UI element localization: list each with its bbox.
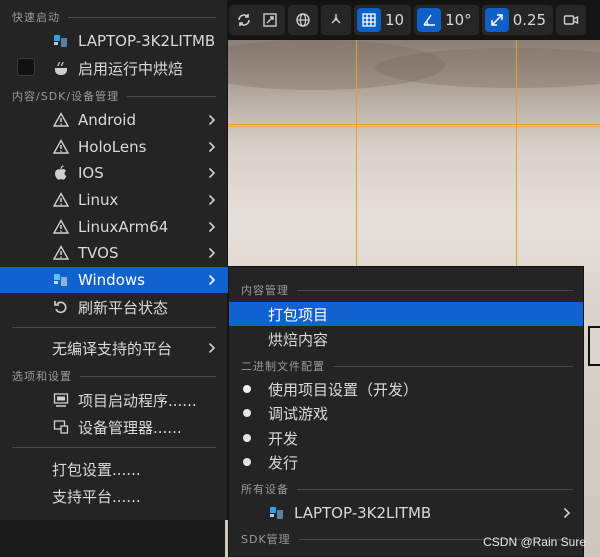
menu-separator: [12, 327, 216, 328]
refresh-icon: [52, 298, 70, 316]
menu-item-refresh-platforms[interactable]: 刷新平台状态: [0, 294, 228, 320]
warning-icon: [52, 244, 70, 262]
grid-snap-value[interactable]: 10: [383, 11, 408, 29]
menu-item-config-development[interactable]: 开发: [229, 426, 583, 450]
grid-line: [225, 126, 600, 127]
menu-item-cook-content[interactable]: 烘焙内容: [229, 327, 583, 351]
menu-item-tvos[interactable]: TVOS: [0, 240, 228, 266]
surface-snap-icon[interactable]: [324, 8, 348, 32]
menu-item-device-laptop[interactable]: LAPTOP-3K2LITMB: [229, 501, 583, 525]
globe-icon[interactable]: [291, 8, 315, 32]
menu-item-config-project-settings[interactable]: 使用项目设置（开发）: [229, 377, 583, 401]
menu-item-linux[interactable]: Linux: [0, 187, 228, 213]
chevron-right-icon: [206, 220, 218, 234]
grid-snap-group: 10: [354, 5, 412, 35]
scale-snap-group: 0.25: [481, 5, 554, 35]
section-binary-config: 二进制文件配置: [241, 358, 573, 374]
scale-icon[interactable]: [258, 8, 282, 32]
warning-icon: [52, 218, 70, 236]
chevron-right-icon: [206, 113, 218, 127]
windows-device-icon: [268, 504, 286, 522]
menu-item-windows[interactable]: Windows: [0, 267, 228, 293]
menu-item-ios[interactable]: IOS: [0, 160, 228, 186]
warning-icon: [52, 191, 70, 209]
chevron-right-icon: [206, 246, 218, 260]
chevron-right-icon: [206, 341, 218, 355]
menu-item-linuxarm64[interactable]: LinuxArm64: [0, 214, 228, 240]
radio-dot-icon: [243, 409, 251, 417]
viewport-widget-fragment: [588, 326, 600, 366]
radio-dot-icon: [243, 458, 251, 466]
grid-line: [225, 124, 600, 125]
scale-snap-icon[interactable]: [484, 8, 509, 32]
angle-snap-value[interactable]: 10°: [443, 11, 476, 29]
menu-item-package-project[interactable]: 打包项目: [229, 302, 583, 326]
windows-device-icon: [52, 32, 70, 50]
warning-icon: [52, 111, 70, 129]
menu-item-config-debug-game[interactable]: 调试游戏: [229, 401, 583, 425]
cook-icon: [52, 59, 70, 77]
menu-item-config-shipping[interactable]: 发行: [229, 450, 583, 474]
angle-snap-group: 10°: [414, 5, 479, 35]
chevron-right-icon: [206, 273, 218, 287]
device-manager-icon: [52, 418, 70, 436]
menu-item-android[interactable]: Android: [0, 107, 228, 133]
launcher-icon: [52, 391, 70, 409]
menu-item-local-device[interactable]: LAPTOP-3K2LITMB: [0, 28, 228, 54]
chevron-right-icon: [206, 166, 218, 180]
grid-snap-icon[interactable]: [357, 8, 381, 32]
space-group: [288, 5, 318, 35]
platforms-menu: 快速启动 LAPTOP-3K2LITMB 启用运行中烘焙 内容/SDK/设备管理…: [0, 0, 228, 520]
menu-item-hololens[interactable]: HoloLens: [0, 134, 228, 160]
apple-icon: [52, 164, 70, 182]
section-quick-launch: 快速启动: [12, 9, 216, 25]
windows-submenu: 内容管理 打包项目 烘焙内容 二进制文件配置 使用项目设置（开发） 调试游戏 开…: [228, 266, 584, 557]
menu-separator: [12, 447, 216, 448]
viewport-toolbar: 10 10° 0.25: [225, 0, 600, 40]
camera-group: [556, 5, 587, 35]
windows-device-icon: [52, 271, 70, 289]
camera-icon[interactable]: [559, 8, 583, 32]
rotate-icon[interactable]: [232, 8, 256, 32]
transform-group: [229, 5, 285, 35]
chevron-right-icon: [561, 506, 573, 520]
menu-item-project-launcher[interactable]: 项目启动程序......: [0, 387, 228, 413]
angle-snap-icon[interactable]: [417, 8, 442, 32]
menu-item-packaging-settings[interactable]: 打包设置......: [0, 456, 228, 482]
section-content-sdk: 内容/SDK/设备管理: [12, 88, 216, 104]
warning-icon: [52, 138, 70, 156]
section-all-devices: 所有设备: [241, 481, 573, 497]
watermark: CSDN @Rain Sure: [483, 535, 586, 549]
menu-item-no-compile-platforms[interactable]: 无编译支持的平台: [0, 335, 228, 361]
chevron-right-icon: [206, 140, 218, 154]
surface-snap-group: [321, 5, 351, 35]
radio-dot-icon: [243, 434, 251, 442]
chevron-right-icon: [206, 193, 218, 207]
menu-item-supported-platforms[interactable]: 支持平台......: [0, 483, 228, 509]
scale-snap-value[interactable]: 0.25: [511, 11, 550, 29]
section-content-management: 内容管理: [241, 282, 573, 298]
radio-dot-icon: [243, 385, 251, 393]
menu-item-cook-on-the-fly[interactable]: 启用运行中烘焙: [0, 55, 228, 81]
section-options: 选项和设置: [12, 368, 216, 384]
menu-item-device-manager[interactable]: 设备管理器......: [0, 414, 228, 440]
